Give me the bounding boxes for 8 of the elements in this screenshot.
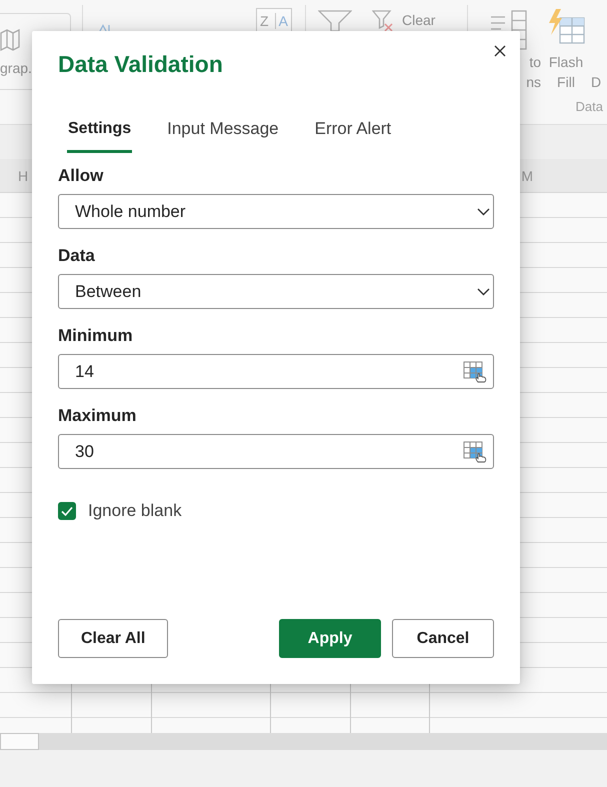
field-label: Maximum bbox=[58, 405, 138, 427]
field-label: Minimum bbox=[58, 325, 134, 347]
ribbon-group-label: Data bbox=[576, 99, 604, 115]
column-header: H bbox=[18, 168, 28, 184]
dialog-title: Data Validation bbox=[58, 50, 223, 79]
column-header: M bbox=[521, 168, 533, 184]
field-label: Data bbox=[58, 245, 96, 267]
field-label: Allow bbox=[58, 165, 104, 187]
